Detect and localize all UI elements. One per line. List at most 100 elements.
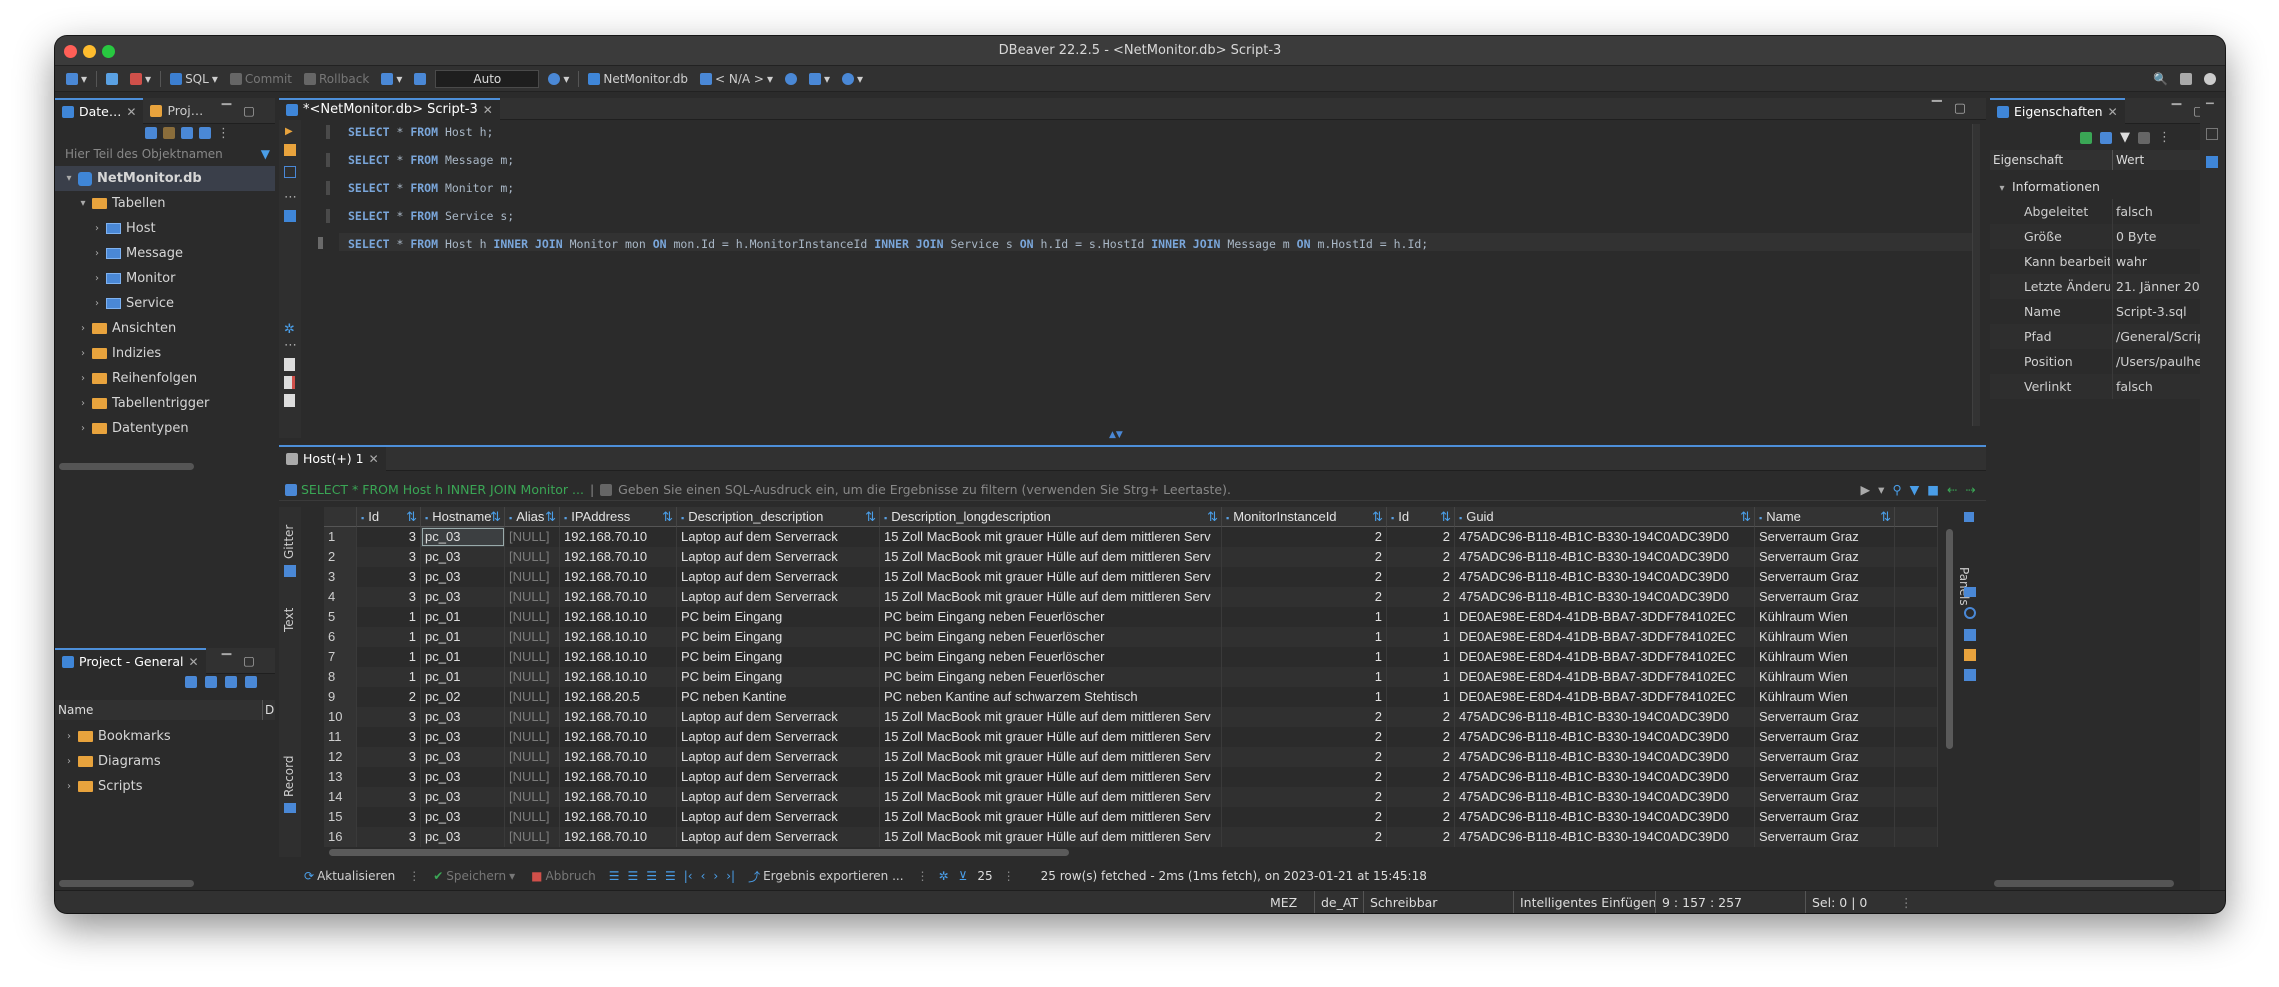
status-menu-icon[interactable]: ⋮ — [1900, 891, 1913, 913]
tree-item[interactable]: › Service — [55, 291, 275, 316]
sort-filter-icon[interactable]: ⇅ — [406, 507, 417, 526]
table-cell[interactable]: 1 — [1387, 667, 1455, 687]
table-cell[interactable]: pc_03 — [421, 587, 505, 607]
chevron-right-icon[interactable]: › — [63, 756, 75, 767]
table-cell[interactable]: 15 Zoll MacBook mit grauer Hülle auf dem… — [880, 827, 1222, 847]
sql-line-3[interactable]: SELECT * FROM Monitor m; — [348, 181, 514, 195]
table-cell[interactable]: Laptop auf dem Serverrack — [677, 547, 880, 567]
table-cell[interactable] — [1895, 607, 1938, 627]
table-cell[interactable]: Laptop auf dem Serverrack — [677, 767, 880, 787]
grouping-icon[interactable] — [1964, 669, 1976, 681]
table-cell[interactable]: Laptop auf dem Serverrack — [677, 567, 880, 587]
chevron-right-icon[interactable]: › — [77, 423, 89, 434]
table-cell[interactable]: 192.168.70.10 — [560, 767, 677, 787]
view-controls[interactable]: ▔▢ — [1932, 101, 1986, 116]
column-header[interactable]: ▪ Description_longdescription ⇅ — [880, 507, 1222, 527]
collapse-all-icon[interactable] — [181, 127, 193, 139]
column-header[interactable]: ▪ MonitorInstanceId ⇅ — [1222, 507, 1387, 527]
table-cell[interactable]: 1 — [357, 647, 421, 667]
table-cell[interactable]: 3 — [357, 787, 421, 807]
table-cell[interactable]: 15 Zoll MacBook mit grauer Hülle auf dem… — [880, 767, 1222, 787]
table-cell[interactable]: [NULL] — [505, 767, 560, 787]
table-cell[interactable]: Kühlraum Wien — [1755, 607, 1895, 627]
tree-item[interactable]: › Ansichten — [55, 316, 275, 341]
navigator-scrollbar[interactable] — [59, 463, 194, 470]
table-cell[interactable] — [1895, 827, 1938, 847]
table-cell[interactable]: 2 — [1222, 567, 1387, 587]
table-cell[interactable]: PC neben Kantine auf schwarzem Stehtisch — [880, 687, 1222, 707]
table-cell[interactable]: 192.168.10.10 — [560, 627, 677, 647]
table-cell[interactable]: 2 — [1222, 707, 1387, 727]
outline-icon[interactable] — [2206, 156, 2218, 168]
settings-button[interactable]: ▾ — [545, 69, 572, 89]
table-cell[interactable]: 3 — [357, 747, 421, 767]
chevron-right-icon[interactable]: › — [77, 323, 89, 334]
table-cell[interactable]: pc_01 — [421, 627, 505, 647]
table-cell[interactable]: PC beim Eingang neben Feuerlöscher — [880, 667, 1222, 687]
table-cell[interactable]: pc_03 — [421, 767, 505, 787]
table-cell[interactable]: PC beim Eingang — [677, 647, 880, 667]
table-cell[interactable]: 2 — [1222, 787, 1387, 807]
tab-database-navigator[interactable]: Date… ✕ — [55, 97, 144, 124]
table-cell[interactable]: [NULL] — [505, 747, 560, 767]
tree-item[interactable]: › Host — [55, 216, 275, 241]
table-cell[interactable]: 1 — [1222, 687, 1387, 707]
table-cell[interactable]: 3 — [357, 727, 421, 747]
table-cell[interactable]: PC neben Kantine — [677, 687, 880, 707]
restore-icon[interactable] — [2138, 131, 2150, 144]
table-cell[interactable]: [NULL] — [505, 807, 560, 827]
filter-query[interactable]: SELECT * FROM Host h INNER JOIN Monitor … — [301, 482, 584, 497]
table-cell[interactable]: Serverraum Graz — [1755, 767, 1895, 787]
close-icon[interactable]: ✕ — [126, 105, 136, 119]
table-row[interactable]: 14 3 pc_03 [NULL] 192.168.70.10 Laptop auf de… — [324, 787, 1938, 807]
table-cell[interactable]: 2 — [1387, 707, 1455, 727]
tree-item[interactable]: ▾ Tabellen — [55, 191, 275, 216]
sort-filter-icon[interactable]: ⇅ — [1440, 507, 1451, 526]
sql-line-5[interactable]: SELECT * FROM Host h INNER JOIN Monitor … — [348, 237, 1428, 251]
table-cell[interactable]: 3 — [357, 707, 421, 727]
categories-icon[interactable] — [2100, 131, 2112, 144]
tree-item[interactable]: › Indizies — [55, 341, 275, 366]
table-cell[interactable]: 475ADC96-B118-4B1C-B330-194C0ADC39D0 — [1455, 767, 1755, 787]
view-controls[interactable]: ▔ — [2206, 104, 2214, 115]
restore-icon[interactable] — [2206, 128, 2218, 140]
table-cell[interactable]: 2 — [1222, 727, 1387, 747]
column-header[interactable]: ▪ Id ⇅ — [1387, 507, 1455, 527]
tree-item[interactable]: › Monitor — [55, 266, 275, 291]
table-cell[interactable]: 1 — [1222, 627, 1387, 647]
cloud-button[interactable] — [782, 69, 800, 89]
filter-history-icon[interactable] — [600, 483, 613, 496]
next-page-icon[interactable]: › — [713, 869, 718, 883]
table-cell[interactable]: [NULL] — [505, 707, 560, 727]
table-cell[interactable]: 3 — [357, 547, 421, 567]
column-header[interactable] — [1895, 507, 1938, 527]
table-cell[interactable]: [NULL] — [505, 607, 560, 627]
tab-grid[interactable]: Gitter — [282, 525, 296, 559]
table-cell[interactable]: pc_01 — [421, 647, 505, 667]
table-row[interactable]: 13 3 pc_03 [NULL] 192.168.70.10 Laptop auf de… — [324, 767, 1938, 787]
execute-icon[interactable]: ▶ — [285, 126, 293, 137]
table-cell[interactable]: DE0AE98E-E8D4-41DB-BBA7-3DDF784102EC — [1455, 607, 1755, 627]
table-cell[interactable]: 2 — [1387, 727, 1455, 747]
more-icon[interactable]: ⋯ — [284, 338, 297, 353]
tab-properties[interactable]: Eigenschaften ✕ — [1990, 97, 2125, 124]
filter-icon[interactable]: ▼ — [1910, 482, 1920, 497]
sort-filter-icon[interactable]: ⇅ — [490, 507, 501, 526]
table-cell[interactable]: 15 Zoll MacBook mit grauer Hülle auf dem… — [880, 747, 1222, 767]
property-row[interactable]: Position/Users/paulhen — [1990, 349, 2225, 374]
table-cell[interactable]: 475ADC96-B118-4B1C-B330-194C0ADC39D0 — [1455, 787, 1755, 807]
chevron-right-icon[interactable]: › — [63, 781, 75, 792]
table-cell[interactable]: 475ADC96-B118-4B1C-B330-194C0ADC39D0 — [1455, 807, 1755, 827]
edit-cell-icon[interactable]: ☰ — [609, 869, 620, 883]
status-insert-mode[interactable]: Intelligentes Einfügen — [1513, 891, 1656, 913]
table-cell[interactable]: 2 — [1222, 527, 1387, 547]
table-cell[interactable]: 3 — [357, 527, 421, 547]
table-cell[interactable] — [1895, 527, 1938, 547]
table-cell[interactable]: [NULL] — [505, 787, 560, 807]
table-cell[interactable]: [NULL] — [505, 667, 560, 687]
column-header[interactable]: ▪ Alias ⇅ — [505, 507, 560, 527]
table-cell[interactable]: DE0AE98E-E8D4-41DB-BBA7-3DDF784102EC — [1455, 647, 1755, 667]
sort-filter-icon[interactable]: ⇅ — [865, 507, 876, 526]
table-cell[interactable]: pc_03 — [421, 547, 505, 567]
property-row[interactable]: Abgeleitet falsch — [1990, 199, 2225, 224]
